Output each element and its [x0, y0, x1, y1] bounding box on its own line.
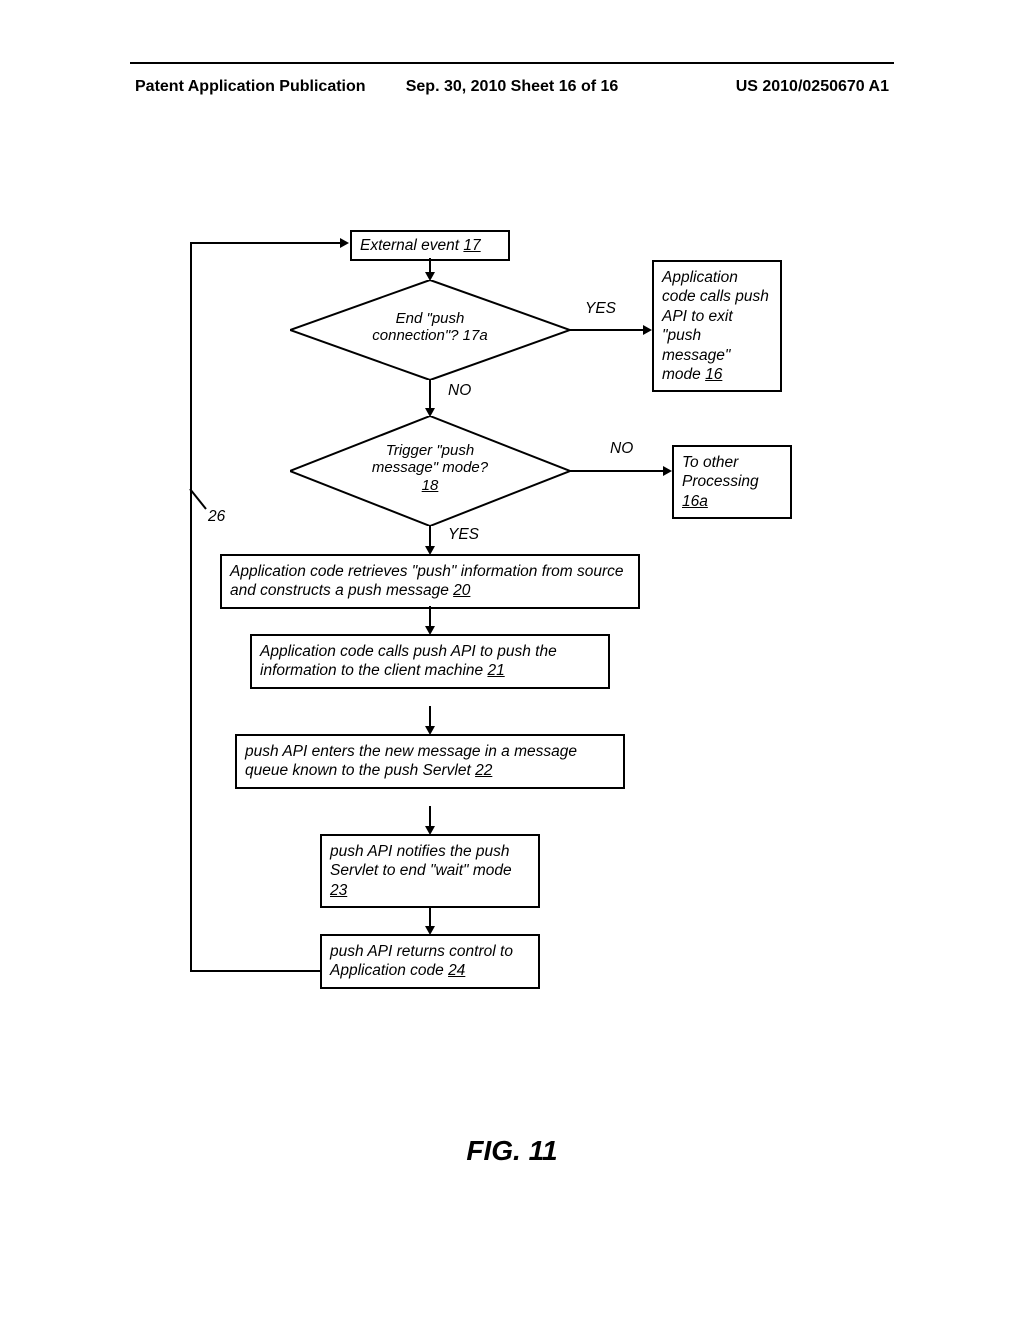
loop-ref-label: 26: [208, 508, 225, 526]
box-text: Application code retrieves "push" inform…: [230, 563, 624, 599]
connector: [570, 329, 645, 331]
diamond-line: connection"? 17a: [372, 327, 487, 344]
box-ref: 21: [487, 662, 504, 679]
box-external-event: External event 17: [350, 230, 510, 261]
box-ref: 20: [453, 582, 470, 599]
box-exit-push-mode: Application code calls push API to exit …: [652, 260, 782, 392]
connector: [429, 706, 431, 728]
connector: [429, 380, 431, 410]
header-rule: [130, 62, 894, 64]
label-no: NO: [610, 440, 633, 458]
connector-loop: [190, 242, 342, 244]
box-ref: 16: [705, 366, 722, 383]
figure-label: FIG. 11: [0, 1135, 1024, 1167]
label-yes: YES: [448, 526, 479, 544]
header-date-sheet: Sep. 30, 2010 Sheet 16 of 16: [406, 78, 619, 96]
connector-loop: [190, 242, 192, 972]
arrowhead-right-icon: [643, 325, 652, 335]
box-text: push API enters the new message in a mes…: [245, 743, 577, 779]
connector: [429, 606, 431, 628]
box-retrieve-push-info: Application code retrieves "push" inform…: [220, 554, 640, 609]
flowchart-canvas: External event 17 End "push connection"?…: [190, 230, 830, 1110]
box-other-processing: To other Processing 16a: [672, 445, 792, 519]
connector: [429, 526, 431, 548]
arrowhead-right-icon: [340, 238, 349, 248]
connector: [570, 470, 665, 472]
box-text: External event: [360, 237, 463, 254]
box-text: Application code calls push API to push …: [260, 643, 557, 679]
diamond-text: Trigger "push message" mode? 18: [345, 442, 515, 494]
diamond-line: End "push: [396, 310, 465, 327]
header-patent-number: US 2010/0250670 A1: [736, 78, 889, 96]
box-text: push API notifies the push Servlet to en…: [330, 843, 512, 879]
box-notify-servlet: push API notifies the push Servlet to en…: [320, 834, 540, 908]
arrowhead-right-icon: [663, 466, 672, 476]
box-return-control: push API returns control to Application …: [320, 934, 540, 989]
box-call-push-api: Application code calls push API to push …: [250, 634, 610, 689]
box-ref: 23: [330, 882, 347, 899]
diamond-line: message" mode?: [372, 459, 488, 476]
box-enter-message-queue: push API enters the new message in a mes…: [235, 734, 625, 789]
box-ref: 24: [448, 962, 465, 979]
box-ref: 22: [475, 762, 492, 779]
page-header: Patent Application Publication Sep. 30, …: [0, 78, 1024, 96]
label-no: NO: [448, 382, 471, 400]
diamond-line: Trigger "push: [386, 442, 474, 459]
diamond-ref: 18: [422, 477, 439, 494]
label-yes: YES: [585, 300, 616, 318]
connector-loop: [190, 970, 320, 972]
connector: [429, 806, 431, 828]
box-text: To other Processing: [682, 454, 759, 490]
header-publication: Patent Application Publication: [135, 78, 366, 96]
box-ref: 17: [463, 237, 480, 254]
connector: [429, 906, 431, 928]
box-ref: 16a: [682, 493, 708, 510]
diamond-text: End "push connection"? 17a: [350, 310, 510, 345]
box-text: push API returns control to Application …: [330, 943, 513, 979]
